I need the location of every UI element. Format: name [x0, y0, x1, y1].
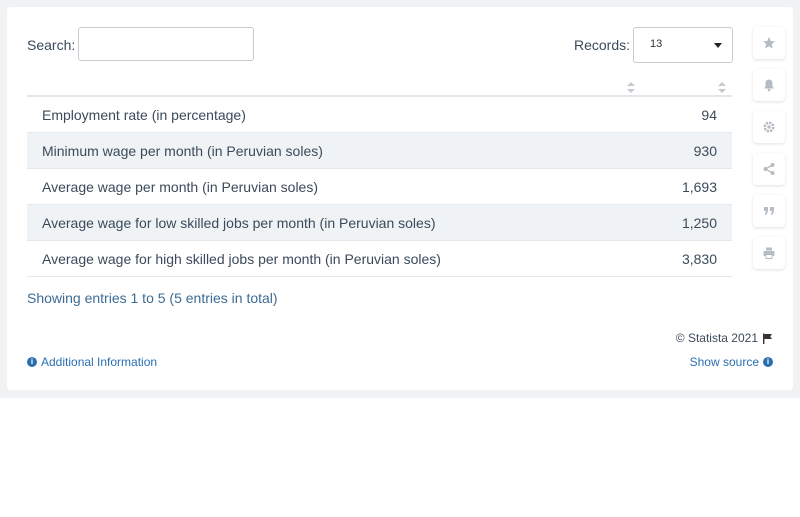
info-icon: i	[27, 357, 37, 367]
quote-icon	[764, 207, 774, 215]
print-button[interactable]	[753, 237, 785, 269]
row-value: 3,830	[681, 251, 717, 267]
sort-value-column-icon[interactable]	[718, 82, 726, 93]
cite-button[interactable]	[753, 195, 785, 227]
data-table: Employment rate (in percentage) 94 Minim…	[27, 80, 732, 277]
favorite-button[interactable]	[753, 27, 785, 59]
action-sidebar	[753, 27, 787, 279]
page-background	[0, 398, 800, 517]
copyright-text: © Statista 2021	[675, 331, 758, 345]
show-source-label: Show source	[689, 355, 759, 369]
flag-icon[interactable]	[762, 333, 773, 344]
copyright: © Statista 2021	[676, 331, 773, 345]
settings-button[interactable]	[753, 111, 785, 143]
search-input[interactable]	[78, 27, 254, 61]
table-row: Average wage per month (in Peruvian sole…	[27, 169, 732, 205]
notification-button[interactable]	[753, 69, 785, 101]
row-label: Employment rate (in percentage)	[42, 107, 246, 123]
bell-icon	[764, 79, 774, 92]
table-row: Employment rate (in percentage) 94	[27, 97, 732, 133]
table-row: Minimum wage per month (in Peruvian sole…	[27, 133, 732, 169]
row-label: Average wage for low skilled jobs per mo…	[42, 215, 436, 231]
row-value: 1,250	[681, 215, 717, 231]
row-value: 930	[693, 143, 717, 159]
star-icon	[763, 37, 775, 49]
share-icon	[763, 163, 775, 175]
row-label: Average wage per month (in Peruvian sole…	[42, 179, 319, 195]
statistics-card: Search: Records: 13 Employment rate (in …	[7, 7, 793, 390]
records-value: 13	[650, 38, 663, 50]
caret-down-icon	[714, 43, 722, 48]
sort-label-column-icon[interactable]	[627, 82, 635, 93]
row-label: Minimum wage per month (in Peruvian sole…	[42, 143, 323, 159]
gear-icon	[763, 121, 775, 133]
search-label: Search:	[27, 37, 76, 53]
additional-information-link[interactable]: i Additional Information	[27, 355, 157, 369]
entries-summary: Showing entries 1 to 5 (5 entries in tot…	[27, 290, 278, 306]
row-value: 94	[701, 107, 717, 123]
share-button[interactable]	[753, 153, 785, 185]
row-label: Average wage for high skilled jobs per m…	[42, 251, 441, 267]
print-icon	[763, 247, 775, 259]
show-source-link[interactable]: Show source i	[690, 355, 773, 369]
info-icon: i	[763, 357, 773, 367]
records-label: Records:	[574, 37, 631, 53]
records-select[interactable]: 13	[633, 27, 733, 63]
table-row: Average wage for low skilled jobs per mo…	[27, 205, 732, 241]
row-value: 1,693	[681, 179, 717, 195]
additional-information-label: Additional Information	[41, 355, 158, 369]
table-header	[27, 80, 732, 97]
table-row: Average wage for high skilled jobs per m…	[27, 241, 732, 277]
